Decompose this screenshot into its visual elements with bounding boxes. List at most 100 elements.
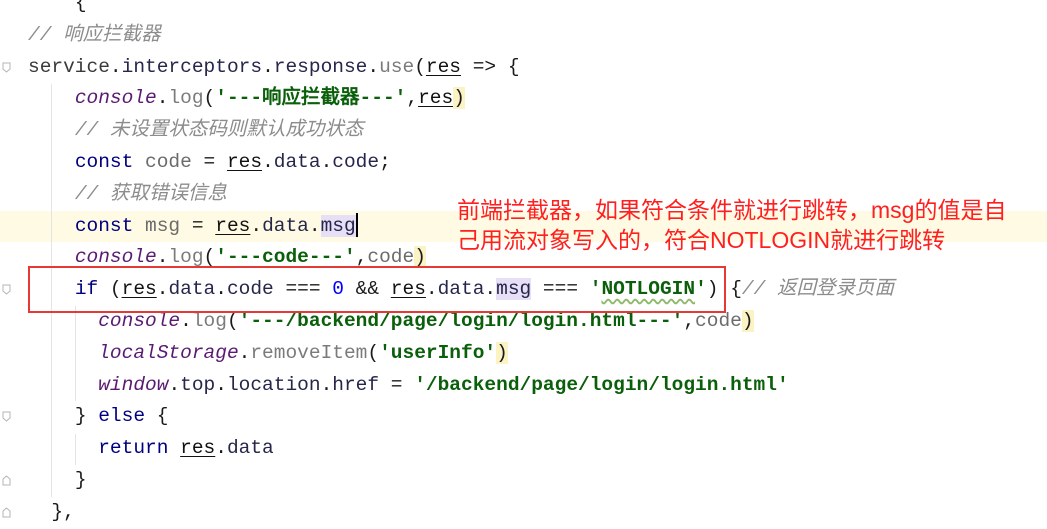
string-literal: '/backend/page/login/login.html' bbox=[414, 373, 789, 396]
parameter-token: res bbox=[425, 55, 462, 78]
property-token: data bbox=[226, 437, 274, 460]
punctuation-token: ) bbox=[496, 341, 508, 364]
punctuation-token: . bbox=[180, 309, 192, 332]
punctuation-token: { bbox=[145, 405, 169, 428]
code-comment: // 返回登录页面 bbox=[741, 278, 894, 301]
punctuation-token: . bbox=[215, 437, 227, 460]
annotation-line-1: 前端拦截器，如果符合条件就进行跳转，msg的值是自 bbox=[457, 197, 1007, 223]
keyword-token: const bbox=[74, 214, 134, 237]
parameter-token: res bbox=[226, 150, 263, 173]
fold-end-icon[interactable] bbox=[2, 475, 11, 486]
text-caret bbox=[355, 213, 358, 238]
punctuation-token: . bbox=[250, 214, 263, 237]
code-line[interactable]: localStorage.removeItem('userInfo') bbox=[0, 338, 1047, 370]
annotation-line-2: 己用流对象写入的，符合NOTLOGIN就进行跳转 bbox=[457, 227, 946, 253]
punctuation-token: ( bbox=[203, 87, 216, 110]
punctuation-token: . bbox=[168, 373, 181, 396]
punctuation-token: . bbox=[320, 373, 333, 396]
code-line[interactable]: { bbox=[0, 0, 1047, 20]
code-line[interactable]: service.interceptors.response.use(res =>… bbox=[0, 52, 1047, 84]
property-token: response bbox=[273, 55, 368, 78]
method-token: log bbox=[191, 309, 227, 332]
parameter-token: res bbox=[180, 437, 216, 460]
code-comment: // 获取错误信息 bbox=[74, 182, 227, 205]
punctuation-token: , bbox=[406, 87, 419, 110]
keyword-token: const bbox=[74, 150, 134, 173]
keyword-token: else bbox=[98, 405, 146, 428]
fold-start-icon[interactable] bbox=[2, 411, 11, 423]
code-area[interactable]: {// 响应拦截器 service.interceptors.response.u… bbox=[0, 0, 1047, 529]
property-token: data bbox=[273, 150, 321, 173]
code-comment: // 未设置状态码则默认成功状态 bbox=[74, 119, 364, 142]
punctuation-token: }, bbox=[51, 500, 75, 523]
global-object-token: console bbox=[74, 87, 157, 110]
punctuation-token: . bbox=[156, 87, 169, 110]
highlight-box bbox=[28, 266, 726, 313]
string-literal: '---/backend/page/login/login.html---' bbox=[238, 309, 684, 332]
identifier-token: service bbox=[28, 55, 110, 78]
code-editor[interactable]: {// 响应拦截器 service.interceptors.response.u… bbox=[0, 0, 1047, 529]
punctuation-token: ) bbox=[741, 309, 754, 332]
punctuation-token: . bbox=[109, 55, 122, 78]
variable-token: msg bbox=[145, 214, 181, 237]
punctuation-token: . bbox=[320, 150, 333, 173]
global-object-token: localStorage bbox=[98, 341, 239, 364]
punctuation-token: { bbox=[730, 278, 742, 301]
method-token: log bbox=[168, 87, 204, 110]
property-token: top bbox=[180, 373, 216, 396]
punctuation-token: . bbox=[308, 214, 321, 237]
punctuation-token bbox=[168, 437, 180, 459]
punctuation-token: ( bbox=[367, 341, 380, 364]
punctuation-token: { bbox=[74, 0, 87, 14]
code-line[interactable]: } bbox=[0, 465, 1047, 497]
punctuation-token: } bbox=[74, 468, 87, 491]
punctuation-token: = bbox=[379, 373, 415, 396]
property-token: code bbox=[332, 150, 380, 173]
code-line[interactable]: // 响应拦截器 bbox=[0, 20, 1047, 52]
punctuation-token: ; bbox=[379, 150, 391, 173]
property-token: location bbox=[226, 373, 321, 396]
string-literal: '---响应拦截器---' bbox=[215, 87, 407, 110]
parameter-token: res bbox=[215, 214, 251, 237]
punctuation-token: = bbox=[191, 150, 227, 173]
punctuation-token bbox=[133, 151, 145, 173]
punctuation-token: . bbox=[238, 341, 251, 364]
punctuation-token bbox=[133, 215, 145, 237]
punctuation-token: . bbox=[262, 150, 274, 173]
method-token: use bbox=[379, 55, 415, 78]
punctuation-token: . bbox=[367, 55, 380, 78]
code-line[interactable]: const code = res.data.code; bbox=[0, 147, 1047, 179]
code-comment: // 响应拦截器 bbox=[28, 23, 161, 46]
punctuation-token: = bbox=[180, 214, 216, 237]
property-token: msg bbox=[320, 214, 356, 237]
fold-end-icon[interactable] bbox=[2, 507, 11, 518]
code-line[interactable]: }, bbox=[0, 497, 1047, 529]
code-line[interactable]: } else { bbox=[0, 401, 1047, 433]
annotation-text: 前端拦截器，如果符合条件就进行跳转，msg的值是自 己用流对象写入的，符合NOT… bbox=[457, 195, 1043, 255]
punctuation-token: . bbox=[215, 373, 227, 396]
keyword-token: return bbox=[98, 437, 169, 460]
punctuation-token: => { bbox=[461, 55, 520, 78]
punctuation-token: ( bbox=[226, 309, 239, 332]
code-line[interactable]: // 未设置状态码则默认成功状态 bbox=[0, 115, 1047, 147]
fold-start-icon[interactable] bbox=[2, 284, 11, 295]
punctuation-token: . bbox=[262, 55, 274, 78]
indent-guide bbox=[75, 306, 76, 401]
code-line[interactable]: console.log('---响应拦截器---',res) bbox=[0, 83, 1047, 115]
code-line[interactable]: window.top.location.href = '/backend/pag… bbox=[0, 370, 1047, 402]
punctuation-token: } bbox=[74, 405, 99, 428]
punctuation-token: ( bbox=[414, 55, 426, 78]
fold-start-icon[interactable] bbox=[2, 62, 11, 73]
punctuation-token: ) bbox=[453, 87, 465, 110]
parameter-token: res bbox=[418, 87, 454, 110]
code-line[interactable]: return res.data bbox=[0, 433, 1047, 465]
method-token: removeItem bbox=[250, 341, 368, 364]
variable-token: code bbox=[695, 309, 742, 332]
property-token: interceptors bbox=[121, 55, 263, 78]
